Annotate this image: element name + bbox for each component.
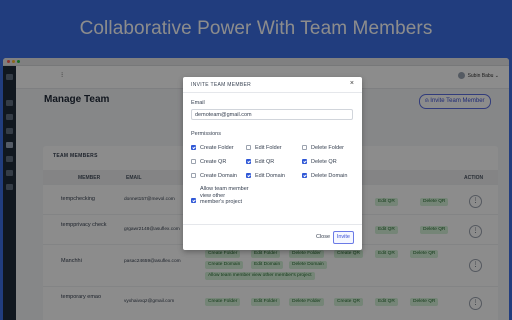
checkbox[interactable] [191, 198, 196, 203]
checkbox[interactable] [246, 145, 251, 150]
checkbox[interactable] [302, 145, 307, 150]
permissions-label: Permissions [191, 131, 221, 137]
checkbox[interactable] [302, 159, 307, 164]
checkbox[interactable] [246, 159, 251, 164]
permission-label: Create Folder [200, 145, 234, 151]
close-icon[interactable]: × [350, 80, 354, 87]
invite-team-member-modal: INVITE TEAM MEMBER × Email Permissions C… [183, 77, 362, 250]
checkbox[interactable] [246, 173, 251, 178]
permission-label: Edit Folder [255, 145, 282, 151]
checkbox[interactable] [191, 145, 196, 150]
invite-button[interactable]: Invite [332, 231, 354, 244]
permission-label: Edit QR [255, 159, 275, 165]
permission-label: Allow team member view other member's pr… [200, 186, 249, 205]
permission-label: Create Domain [200, 173, 237, 179]
permission-label: Delete Domain [311, 173, 348, 179]
permission-label: Delete QR [311, 159, 337, 165]
email-field[interactable] [191, 109, 353, 120]
modal-footer: Close Invite [183, 224, 362, 250]
close-button[interactable]: Close [316, 234, 330, 240]
checkbox[interactable] [302, 173, 307, 178]
permission-label: Edit Domain [255, 173, 285, 179]
checkbox[interactable] [191, 159, 196, 164]
modal-header: INVITE TEAM MEMBER × [183, 77, 362, 93]
permission-label: Delete Folder [311, 145, 345, 151]
email-label: Email [191, 100, 205, 106]
permission-label: Create QR [200, 159, 227, 165]
checkbox[interactable] [191, 173, 196, 178]
modal-title: INVITE TEAM MEMBER [191, 82, 252, 88]
